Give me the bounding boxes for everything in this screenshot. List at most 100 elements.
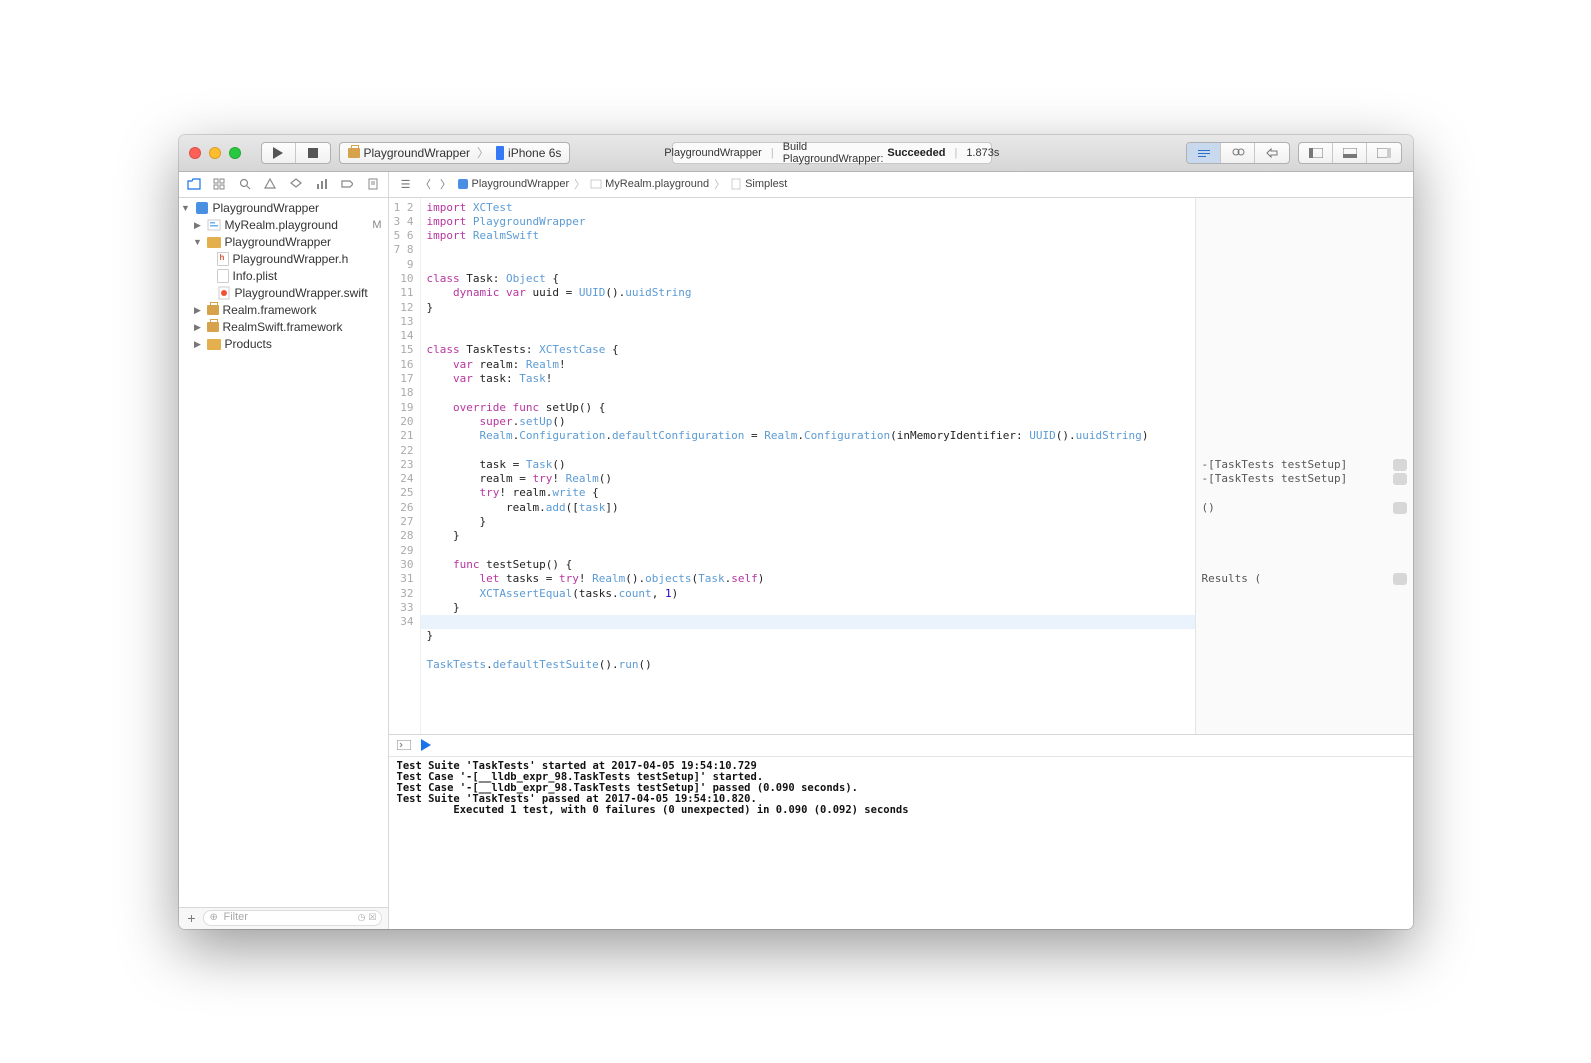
editor-split: 1 2 3 4 5 6 7 8 9 10 11 12 13 14 15 16 1… (389, 198, 1413, 734)
line-gutter[interactable]: 1 2 3 4 5 6 7 8 9 10 11 12 13 14 15 16 1… (389, 198, 421, 734)
console-scope-button[interactable] (397, 740, 411, 750)
back-button[interactable]: 〈 (417, 176, 435, 192)
header-file-icon (217, 252, 229, 266)
result-text: () (1202, 501, 1215, 515)
disclosure-triangle-icon[interactable]: ▶ (193, 220, 203, 231)
toolbar-right (1186, 142, 1402, 164)
console-output[interactable]: Test Suite 'TaskTests' started at 2017-0… (389, 757, 1413, 929)
breadcrumb-project[interactable]: PlaygroundWrapper (457, 178, 570, 190)
scm-badge: M (372, 219, 381, 231)
tree-item-plist[interactable]: Info.plist (179, 268, 388, 285)
project-icon (457, 178, 469, 190)
status-project: PlaygroundWrapper (664, 147, 762, 159)
disclosure-triangle-icon[interactable]: ▶ (193, 305, 203, 316)
run-button[interactable] (262, 143, 296, 163)
test-navigator-tab[interactable] (289, 177, 303, 192)
tree-label: Products (225, 337, 382, 351)
result-text: -[TaskTests testSetup] (1202, 472, 1348, 486)
related-items-button[interactable]: ☰ (397, 178, 415, 191)
tree-label: RealmSwift.framework (223, 320, 382, 334)
minimize-window-button[interactable] (209, 147, 221, 159)
scm-filter-icon[interactable]: ☒ (368, 912, 376, 923)
console-toolbar (389, 735, 1413, 757)
tree-label: PlaygroundWrapper.swift (235, 286, 382, 300)
version-editor-button[interactable] (1255, 143, 1289, 163)
find-navigator-tab[interactable] (238, 177, 252, 192)
tree-item-swift[interactable]: PlaygroundWrapper.swift (179, 285, 388, 302)
tree-label: Realm.framework (223, 303, 382, 317)
tree-item-products[interactable]: ▶ Products (179, 336, 388, 353)
panel-toggles (1298, 142, 1402, 164)
debug-navigator-tab[interactable] (315, 177, 329, 192)
jump-bar: ☰ 〈 〉 PlaygroundWrapper 〉 MyRealm.playgr… (389, 172, 1413, 198)
disclosure-triangle-icon[interactable]: ▶ (193, 339, 203, 350)
tree-item-framework[interactable]: ▶ Realm.framework (179, 302, 388, 319)
disclosure-triangle-icon[interactable]: ▼ (193, 237, 203, 247)
assistant-editor-button[interactable] (1221, 143, 1255, 163)
filter-placeholder: Filter (224, 911, 248, 923)
result-row[interactable]: Results ( (1196, 572, 1413, 586)
activity-status[interactable]: PlaygroundWrapper | Build PlaygroundWrap… (672, 142, 992, 164)
chevron-right-icon: 〉 (477, 144, 489, 161)
result-text: Results ( (1202, 572, 1262, 586)
scheme-device: iPhone 6s (508, 146, 561, 160)
navigator-tabs (179, 172, 388, 198)
tree-label: PlaygroundWrapper (225, 235, 382, 249)
tree-label: PlaygroundWrapper.h (233, 252, 382, 266)
standard-editor-button[interactable] (1187, 143, 1221, 163)
symbol-navigator-tab[interactable] (213, 177, 227, 192)
breadcrumb-page[interactable]: Simplest (730, 178, 787, 190)
forward-button[interactable]: 〉 (437, 176, 455, 192)
breadcrumb-label: Simplest (745, 178, 787, 190)
tree-item-header[interactable]: PlaygroundWrapper.h (179, 251, 388, 268)
console-area: Test Suite 'TaskTests' started at 2017-0… (389, 734, 1413, 929)
tree-item-playground[interactable]: ▶ MyRealm.playground M (179, 217, 388, 234)
editor-area: ☰ 〈 〉 PlaygroundWrapper 〉 MyRealm.playgr… (389, 172, 1413, 929)
tree-item-group[interactable]: ▼ PlaygroundWrapper (179, 234, 388, 251)
toolbox-icon (348, 148, 360, 158)
status-time: 1.873s (966, 147, 999, 159)
close-window-button[interactable] (189, 147, 201, 159)
report-navigator-tab[interactable] (366, 177, 380, 192)
playground-icon (207, 218, 221, 232)
result-text: -[TaskTests testSetup] (1202, 458, 1348, 472)
filter-field[interactable]: ⊕ Filter ◷☒ (203, 910, 382, 926)
quicklook-button[interactable] (1393, 459, 1407, 471)
result-row[interactable]: () (1196, 501, 1413, 515)
tree-root[interactable]: ▼ PlaygroundWrapper (179, 200, 388, 217)
toggle-navigator-button[interactable] (1299, 143, 1333, 163)
execute-playground-button[interactable] (421, 739, 431, 751)
filter-icon: ⊕ (210, 912, 218, 923)
project-tree[interactable]: ▼ PlaygroundWrapper ▶ MyRealm.playground… (179, 198, 388, 907)
quicklook-button[interactable] (1393, 502, 1407, 514)
toggle-inspector-button[interactable] (1367, 143, 1401, 163)
tree-label: PlaygroundWrapper (213, 201, 382, 215)
toggle-debug-button[interactable] (1333, 143, 1367, 163)
quicklook-button[interactable] (1393, 573, 1407, 585)
issue-navigator-tab[interactable] (264, 177, 278, 192)
code-pane: 1 2 3 4 5 6 7 8 9 10 11 12 13 14 15 16 1… (389, 198, 1195, 734)
stop-button[interactable] (296, 143, 330, 163)
result-row[interactable]: -[TaskTests testSetup] (1196, 458, 1413, 472)
clock-icon[interactable]: ◷ (358, 912, 366, 923)
disclosure-triangle-icon[interactable]: ▶ (193, 322, 203, 333)
result-row[interactable]: -[TaskTests testSetup] (1196, 472, 1413, 486)
titlebar: PlaygroundWrapper 〉 iPhone 6s Playground… (179, 135, 1413, 172)
add-button[interactable]: + (185, 910, 199, 926)
breadcrumb-file[interactable]: MyRealm.playground (590, 178, 709, 190)
status-result: Succeeded (887, 147, 945, 159)
xcode-window: PlaygroundWrapper 〉 iPhone 6s Playground… (179, 135, 1413, 929)
breakpoint-navigator-tab[interactable] (340, 177, 354, 192)
project-navigator-tab[interactable] (187, 177, 201, 192)
zoom-window-button[interactable] (229, 147, 241, 159)
results-sidebar: -[TaskTests testSetup]-[TaskTests testSe… (1195, 198, 1413, 734)
code-editor[interactable]: import XCTest import PlaygroundWrapper i… (421, 198, 1195, 734)
scheme-project: PlaygroundWrapper (364, 146, 471, 160)
navigator-sidebar: ▼ PlaygroundWrapper ▶ MyRealm.playground… (179, 172, 389, 929)
scheme-selector[interactable]: PlaygroundWrapper 〉 iPhone 6s (339, 142, 571, 164)
tree-item-framework[interactable]: ▶ RealmSwift.framework (179, 319, 388, 336)
quicklook-button[interactable] (1393, 473, 1407, 485)
plist-file-icon (217, 269, 229, 283)
status-action: Build PlaygroundWrapper: (783, 141, 884, 165)
disclosure-triangle-icon[interactable]: ▼ (181, 203, 191, 213)
